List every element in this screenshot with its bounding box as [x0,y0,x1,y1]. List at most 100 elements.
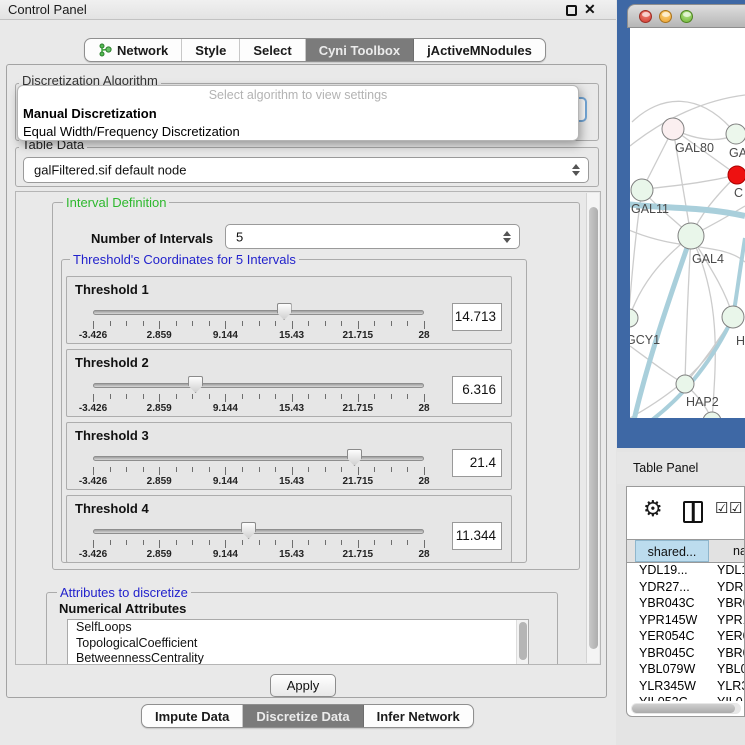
network-node-label: GAL4 [692,252,724,266]
minimize-traffic-light-icon[interactable] [659,10,672,23]
slider-track[interactable] [93,383,424,388]
float-window-icon[interactable] [566,5,577,16]
settings-scrollbar[interactable] [586,193,599,663]
gear-icon[interactable]: ⚙ [643,496,663,522]
list-item[interactable]: SelfLoops [68,620,528,636]
slider-track[interactable] [93,456,424,461]
table-row[interactable]: YIL052CYIL0 [627,695,744,701]
network-node-gal80[interactable] [662,118,684,140]
checkbox-icon[interactable]: ☑ [715,499,728,517]
table-data-combobox[interactable]: galFiltered.sif default node [23,157,589,183]
dropdown-option-equal-width-frequency[interactable]: Equal Width/Frequency Discretization [18,123,578,141]
network-node-label: HAP2 [686,395,719,409]
list-scrollbar[interactable] [516,620,528,665]
table-row[interactable]: YBR043CYBR0 [627,596,744,613]
cyni-content-panel: Discretization Algorithm Select algorith… [6,64,607,698]
cell-name: YIL0 [717,695,743,701]
slider-track[interactable] [93,310,424,315]
network-node-c[interactable] [728,166,745,184]
slider-handle[interactable] [277,303,292,320]
cell-shared-name: YDL19... [639,563,688,577]
threshold-value-field[interactable]: 6.316 [452,376,502,404]
cell-name: YDL1 [717,563,744,577]
threshold-value-field[interactable]: 11.344 [452,522,502,550]
cell-shared-name: YBR043C [639,596,695,610]
table-row[interactable]: YDL19... YDL1 [627,563,744,580]
close-traffic-light-icon[interactable] [639,10,652,23]
number-of-intervals-label: Number of Intervals [91,231,213,246]
threshold-row: Threshold 4-3.4262.8599.14415.4321.71528… [66,495,512,563]
tab-style[interactable]: Style [182,39,240,61]
combo-arrows-icon [503,231,511,243]
dropdown-placeholder-option[interactable]: Select algorithm to view settings [18,86,578,105]
threshold-value-field[interactable]: 21.4 [452,449,502,477]
network-edge[interactable] [630,346,685,384]
close-icon[interactable]: ✕ [584,1,596,18]
network-canvas[interactable]: GAL80GACGAL11GAL4GCY1HHAP2 [630,28,745,418]
cell-shared-name: YLR345W [639,679,696,693]
slider-tick-labels: -3.4262.8599.14415.4321.71528 [93,403,425,415]
settings-scrollpane: Interval Definition Number of Intervals … [15,191,601,665]
table-row[interactable]: YPR145WYPR1 [627,613,744,630]
network-icon [98,43,112,57]
list-item[interactable]: BetweennessCentrality [68,651,528,665]
slider-ticks [93,321,425,330]
tab-cyni-toolbox[interactable]: Cyni Toolbox [306,39,414,61]
split-columns-icon[interactable] [683,501,703,523]
network-node-gcy1[interactable] [630,309,638,327]
checkbox-icon[interactable]: ☑ [729,499,742,517]
tab-label: Discretize Data [256,709,349,724]
table-row[interactable]: YBL079WYBL0 [627,662,744,679]
table-panel-title: Table Panel [633,461,698,475]
network-node-hap2[interactable] [676,375,694,393]
slider-track[interactable] [93,529,424,534]
top-tabbar: Network Style Select Cyni Toolbox jActiv… [84,38,546,62]
network-node-ga[interactable] [726,124,745,144]
network-node-label: GCY1 [630,333,660,347]
tab-label: Select [253,43,291,58]
threshold-row: Threshold 3-3.4262.8599.14415.4321.71528… [66,422,512,490]
threshold-label: Threshold 3 [75,428,149,443]
network-edge[interactable] [630,236,691,318]
table-row[interactable]: YLR345W YLR3 [627,679,744,696]
table-row[interactable]: YDR27...YDR2 [627,580,744,597]
cell-shared-name: YPR145W [639,613,697,627]
tab-network[interactable]: Network [85,39,182,61]
zoom-traffic-light-icon[interactable] [680,10,693,23]
cell-name: YLR3 [717,679,744,693]
table-row[interactable]: YER054CYER0 [627,629,744,646]
tab-discretize-data[interactable]: Discretize Data [243,705,363,727]
column-header-shared-name[interactable]: shared... [635,540,709,562]
column-header-name[interactable]: na [709,540,744,562]
network-node-label: C [734,186,743,200]
tab-select[interactable]: Select [240,39,305,61]
bottom-tabbar: Impute Data Discretize Data Infer Networ… [141,704,474,728]
tab-jactivemnodules[interactable]: jActiveMNodules [414,39,545,61]
threshold-row: Threshold 1-3.4262.8599.14415.4321.71528… [66,276,512,344]
dropdown-option-manual-discretization[interactable]: Manual Discretization [18,105,578,123]
cell-shared-name: YBR045C [639,646,695,660]
slider-ticks [93,394,425,403]
network-node-gal11[interactable] [631,179,653,201]
table-panel-header: Table Panel [617,452,745,484]
slider-handle[interactable] [347,449,362,466]
table-hscrollbar[interactable] [631,703,741,714]
network-edge[interactable] [642,175,737,190]
list-item[interactable]: TopologicalCoefficient [68,636,528,652]
apply-button[interactable]: Apply [270,674,336,697]
slider-handle[interactable] [188,376,203,393]
cell-name: YBR0 [717,646,744,660]
number-of-intervals-combobox[interactable]: 5 [225,224,520,249]
slider-handle[interactable] [241,522,256,539]
network-node-h[interactable] [722,306,744,328]
cell-shared-name: YER054C [639,629,695,643]
control-panel: Control Panel ✕ Network Style Select Cyn… [0,0,616,745]
thresholds-group: Threshold's Coordinates for 5 Intervals … [61,259,527,563]
tab-impute-data[interactable]: Impute Data [142,705,243,727]
network-node-label: GA [729,146,745,160]
network-node-gal4[interactable] [678,223,704,249]
network-node[interactable] [703,412,721,418]
tab-infer-network[interactable]: Infer Network [364,705,473,727]
table-row[interactable]: YBR045C YBR0 [627,646,744,663]
threshold-value-field[interactable]: 14.713 [452,303,502,331]
